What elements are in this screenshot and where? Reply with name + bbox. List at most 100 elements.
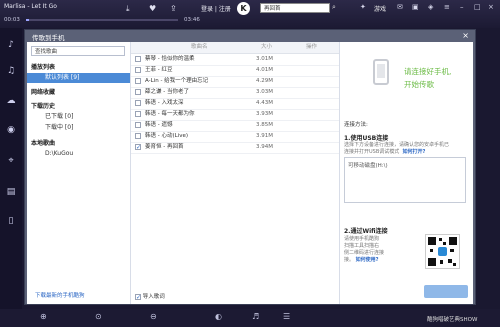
song-name: 韩语 - 遗憾	[145, 122, 173, 128]
song-checkbox[interactable]	[135, 133, 141, 139]
song-size: 3.03M	[256, 89, 273, 95]
song-size: 3.85M	[256, 122, 273, 128]
col-action-header: 操作	[306, 44, 318, 50]
col-name-header: 歌曲名	[191, 44, 208, 50]
song-checkbox[interactable]	[135, 56, 141, 62]
music-search-input[interactable]: 再回首	[260, 3, 330, 13]
song-size: 3.01M	[256, 56, 273, 62]
location-icon[interactable]: ⌖	[4, 154, 18, 168]
cloud-icon[interactable]: ☁	[4, 94, 18, 108]
song-name: 韩语 - 心动(Live)	[145, 133, 189, 139]
local-songs-category[interactable]: 本地歌曲	[31, 138, 55, 147]
close-icon[interactable]: ×	[488, 3, 494, 11]
favorite-icon[interactable]: ♥	[149, 4, 156, 13]
phone-transfer-icon[interactable]: ▯	[4, 214, 18, 228]
song-row[interactable]: ✓ 姜育恒 - 再回首 3.94M	[131, 142, 339, 154]
song-checkbox[interactable]	[135, 100, 141, 106]
song-name: A-Lin - 给我一个理由忘记	[145, 78, 209, 84]
usb-description: 选择下方设备进行连接，请确认您的安卓手机已 连接并打开USB调试模式 如何打开?	[344, 142, 450, 155]
import-lyrics-checkbox[interactable]: ✓	[135, 294, 141, 301]
song-checkbox[interactable]	[135, 122, 141, 128]
login-register-link[interactable]: 登录 | 注册	[201, 4, 231, 13]
qr-code	[425, 234, 460, 269]
song-size: 3.93M	[256, 111, 273, 117]
connect-method-label: 连接方法:	[344, 122, 368, 128]
side-nav: ♪ ♫ ☁ ◉ ⌖ ▤ ▯	[0, 28, 22, 312]
import-lyrics-option[interactable]: ✓ 导入歌词	[135, 292, 165, 301]
dialog-body: 查找歌曲 播放列表 默认列表 [9] 网络收藏 下载历史 已下载 [0] 下载中…	[27, 42, 473, 304]
music-library-icon[interactable]: ♪	[4, 38, 18, 52]
dialog-title: 传歌到手机	[32, 34, 65, 42]
song-name: 姜育恒 - 再回首	[145, 144, 184, 150]
current-time: 00:03	[4, 17, 20, 23]
bottom-bar: ⊕ ⊙ ⊖ ◐ ♬ ☰ 酷狗唱破艺典SHOW	[0, 309, 500, 327]
skin-icon[interactable]: ◈	[428, 3, 433, 11]
song-list-pane: 歌曲名 大小 操作 蔡琴 - 恰似你的温柔 3.01M 王菲 - 红豆 4.01M A-…	[131, 42, 340, 304]
removable-drive-item[interactable]: 可移动磁盘(H:\)	[348, 163, 388, 169]
gift-icon[interactable]: ▣	[412, 3, 419, 11]
game-label[interactable]: 游戏	[374, 4, 386, 13]
song-size: 4.01M	[256, 67, 273, 73]
player-top-bar: Marlisa - Let It Go ⤓ ♥ ⇪ 00:03 03:46 登录…	[0, 0, 500, 28]
minimize-icon[interactable]: –	[460, 3, 464, 11]
settings-icon[interactable]: ≡	[444, 3, 450, 11]
start-transfer-button[interactable]	[424, 285, 468, 298]
total-time: 03:46	[184, 17, 200, 23]
radio-icon[interactable]: ◉	[4, 123, 18, 137]
song-source-pane: 查找歌曲 播放列表 默认列表 [9] 网络收藏 下载历史 已下载 [0] 下载中…	[27, 42, 131, 304]
device-list[interactable]: 可移动磁盘(H:\)	[344, 157, 466, 203]
download-history-category[interactable]: 下载历史	[31, 101, 55, 110]
kugou-logo: K	[237, 2, 250, 15]
dialog-close-icon[interactable]: ×	[462, 31, 469, 40]
mv-icon[interactable]: ▤	[4, 185, 18, 199]
playback-progress[interactable]	[26, 19, 178, 21]
mail-icon[interactable]: ✉	[397, 3, 403, 11]
song-size: 3.91M	[256, 133, 273, 139]
song-search-input[interactable]: 查找歌曲	[31, 46, 125, 56]
song-checkbox[interactable]	[135, 78, 141, 84]
connect-tip: 请连接好手机, 开始传歌	[404, 67, 452, 89]
song-checkbox[interactable]: ✓	[135, 144, 141, 151]
download-app-link[interactable]: 下载最新的手机酷狗	[35, 291, 85, 299]
col-size-header: 大小	[261, 44, 273, 50]
more-icon[interactable]: ⊖	[150, 312, 157, 321]
song-list-header: 歌曲名 大小 操作	[131, 42, 339, 54]
default-list-item[interactable]: 默认列表 [9]	[27, 73, 130, 83]
net-favorites-category[interactable]: 网络收藏	[31, 87, 55, 96]
locate-icon[interactable]: ⊙	[95, 312, 102, 321]
local-folder-item[interactable]: D:\KuGou	[27, 149, 130, 159]
song-size: 4.29M	[256, 78, 273, 84]
connection-pane: 请连接好手机, 开始传歌 连接方法: 1.使用USB连接 选择下方设备进行连接，…	[340, 42, 473, 304]
search-icon[interactable]: ⌕	[332, 3, 336, 12]
now-playing-title: Marlisa - Let It Go	[4, 3, 57, 10]
song-name: 韩语 - 入戏太深	[145, 100, 184, 106]
song-size: 4.43M	[256, 100, 273, 106]
lyrics-icon[interactable]: ♬	[252, 312, 259, 321]
usb-help-link[interactable]: 如何打开?	[402, 149, 425, 155]
add-icon[interactable]: ⊕	[40, 312, 47, 321]
song-checkbox[interactable]	[135, 111, 141, 117]
import-lyrics-label: 导入歌词	[142, 294, 165, 300]
share-icon[interactable]: ⇪	[170, 4, 177, 13]
song-name: 王菲 - 红豆	[145, 67, 173, 73]
song-checkbox[interactable]	[135, 67, 141, 73]
song-name: 蔡琴 - 恰似你的温柔	[145, 56, 195, 62]
downloading-item[interactable]: 下载中 [0]	[27, 123, 130, 133]
sound-effect-icon[interactable]: ◐	[215, 312, 222, 321]
wifi-title: 2.通过Wifi连接	[344, 228, 388, 235]
status-text: 酷狗唱破艺典SHOW	[427, 317, 478, 323]
downloaded-item[interactable]: 已下载 [0]	[27, 112, 130, 122]
download-icon[interactable]: ⤓	[126, 4, 130, 14]
playlist-category[interactable]: 播放列表	[31, 62, 55, 71]
game-icon[interactable]: ✦	[360, 3, 366, 11]
music-note-icon[interactable]: ♫	[4, 64, 18, 78]
wifi-help-link[interactable]: 如何使用?	[356, 257, 379, 263]
transfer-to-phone-dialog: 传歌到手机 × 查找歌曲 播放列表 默认列表 [9] 网络收藏 下载历史 已下载…	[24, 29, 476, 305]
song-name: 韩语 - 每一天都为你	[145, 111, 195, 117]
playlist-mode-icon[interactable]: ☰	[283, 312, 290, 321]
song-name: 薛之谦 - 当你老了	[145, 89, 189, 95]
phone-icon	[373, 59, 389, 85]
wifi-description: 请使用手机酷狗 扫描工具扫描右 侧二维码进行连接 接。 如何使用?	[344, 236, 385, 263]
maximize-icon[interactable]: □	[474, 3, 481, 11]
song-checkbox[interactable]	[135, 89, 141, 95]
